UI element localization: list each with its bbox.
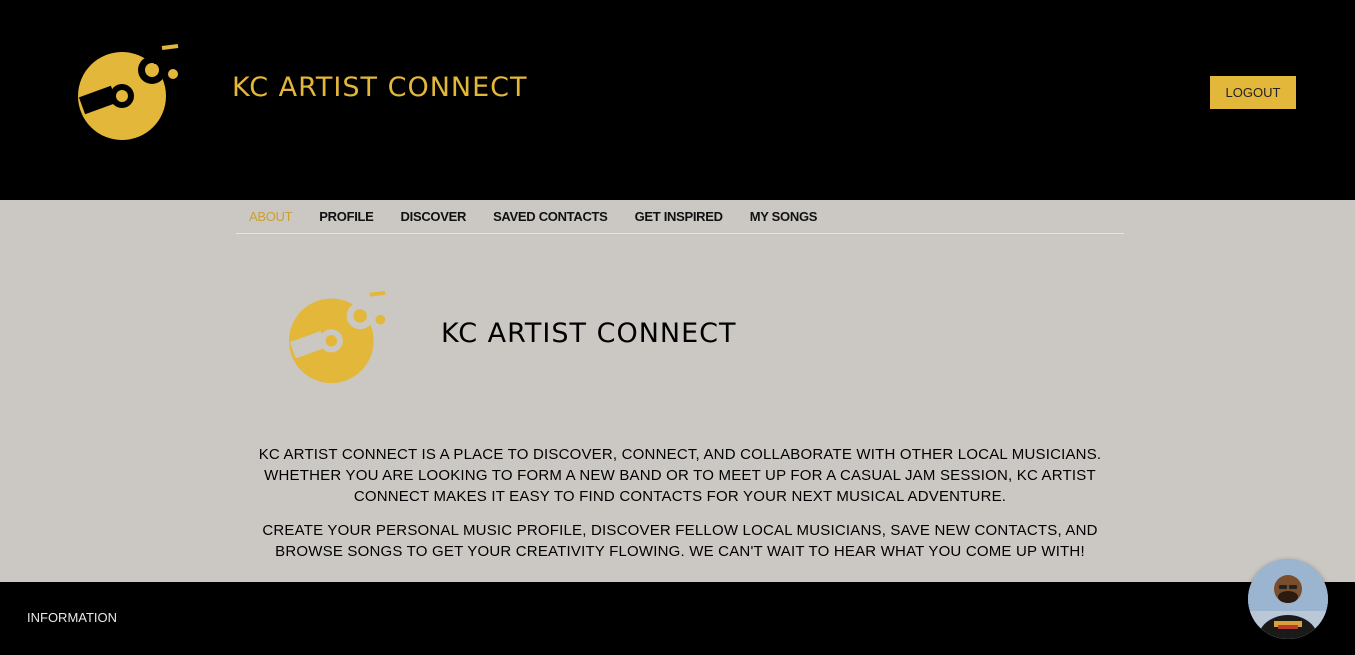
about-paragraph-1: KC ARTIST CONNECT IS A PLACE TO DISCOVER… xyxy=(258,446,1102,505)
nav-item-my-songs[interactable]: MY SONGS xyxy=(750,209,818,224)
vinyl-music-note-icon xyxy=(289,287,391,384)
logout-button[interactable]: LOGOUT xyxy=(1210,76,1296,109)
person-avatar-icon xyxy=(1248,559,1328,639)
about-paragraph-2: CREATE YOUR PERSONAL MUSIC PROFILE, DISC… xyxy=(262,522,1098,560)
about-description: KC ARTIST CONNECT IS A PLACE TO DISCOVER… xyxy=(245,444,1115,575)
nav-item-discover[interactable]: DISCOVER xyxy=(401,209,467,224)
site-header: KC ARTIST CONNECT LOGOUT xyxy=(0,0,1355,200)
about-title: KC ARTIST CONNECT xyxy=(441,318,737,349)
vinyl-music-note-logo-icon[interactable] xyxy=(76,40,184,144)
nav-item-saved-contacts[interactable]: SAVED CONTACTS xyxy=(493,209,608,224)
site-footer: INFORMATION xyxy=(0,582,1355,655)
user-avatar[interactable] xyxy=(1248,559,1328,639)
footer-information-link[interactable]: INFORMATION xyxy=(27,610,117,625)
nav-item-profile[interactable]: PROFILE xyxy=(319,209,374,224)
nav-item-about[interactable]: ABOUT xyxy=(249,209,293,224)
nav-item-get-inspired[interactable]: GET INSPIRED xyxy=(635,209,723,224)
site-title: KC ARTIST CONNECT xyxy=(232,72,528,103)
main-content: ABOUT PROFILE DISCOVER SAVED CONTACTS GE… xyxy=(0,200,1355,582)
main-nav: ABOUT PROFILE DISCOVER SAVED CONTACTS GE… xyxy=(236,200,1124,234)
